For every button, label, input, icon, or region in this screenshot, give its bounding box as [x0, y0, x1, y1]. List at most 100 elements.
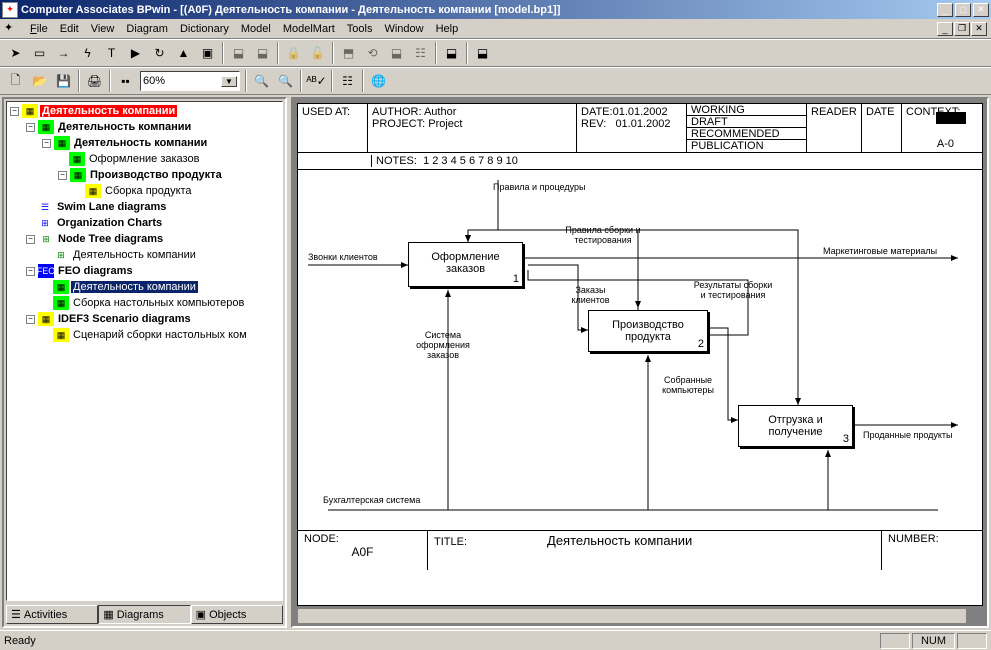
diagram-icon: ▦ — [54, 136, 70, 150]
activity-box-2[interactable]: Производство продукта2 — [588, 310, 708, 352]
arrow-label: Бухгалтерская система — [323, 495, 420, 505]
mm-refresh-icon[interactable]: ⟲ — [361, 42, 384, 64]
collapse-icon[interactable]: − — [26, 235, 35, 244]
toolbar-separator — [331, 70, 333, 92]
model-explorer-button[interactable]: ☷ — [336, 70, 359, 92]
menu-window[interactable]: Window — [378, 21, 429, 37]
idef-footer: NODE:A0F TITLE:Деятельность компании NUM… — [298, 530, 982, 570]
tree-node[interactable]: ▦Сборка настольных компьютеров — [8, 295, 281, 311]
menu-tools[interactable]: Tools — [341, 21, 379, 37]
goto-child-tool[interactable]: ↻ — [148, 42, 171, 64]
maximize-button[interactable]: □ — [955, 3, 971, 17]
menu-file[interactable]: File — [24, 21, 54, 37]
mm-diff-icon[interactable]: ⬓ — [385, 42, 408, 64]
squiggle-tool[interactable]: ϟ — [76, 42, 99, 64]
model-icon: ▦ — [22, 104, 38, 118]
triangle-tool[interactable]: ▲ — [172, 42, 195, 64]
tab-objects[interactable]: ▣Objects — [191, 605, 283, 624]
mm-open-icon[interactable]: ⬓ — [227, 42, 250, 64]
collapse-icon[interactable]: − — [42, 139, 51, 148]
tab-diagrams[interactable]: ▦Diagrams — [98, 605, 190, 624]
canvas-area: USED AT: AUTHOR: Author PROJECT: Project… — [291, 97, 989, 628]
menu-modelmart[interactable]: ModelMart — [277, 21, 341, 37]
tree-node-orgchart[interactable]: ⊞Organization Charts — [8, 215, 281, 231]
collapse-icon[interactable]: − — [26, 267, 35, 276]
orgchart-icon: ⊞ — [37, 216, 53, 230]
open-button[interactable]: 📂 — [28, 70, 51, 92]
diagram-body[interactable]: Правила и процедуры Звонки клиентов Офор… — [298, 170, 982, 530]
lock-icon[interactable]: 🔒 — [282, 42, 305, 64]
box-tool[interactable]: ▭ — [28, 42, 51, 64]
zoom-fit-button[interactable]: 🔍 — [274, 70, 297, 92]
browser-button[interactable]: 🌐 — [367, 70, 390, 92]
print-button[interactable]: 🖨 — [83, 70, 106, 92]
horizontal-scrollbar[interactable] — [297, 608, 967, 624]
tree-node[interactable]: ▦Сценарий сборки настольных ком — [8, 327, 281, 343]
mdi-minimize-button[interactable]: _ — [937, 22, 953, 36]
report-button[interactable]: ▪▪ — [114, 70, 137, 92]
menu-help[interactable]: Help — [430, 21, 465, 37]
tab-activities[interactable]: ☰Activities — [6, 605, 98, 624]
mdi-close-button[interactable]: ✕ — [971, 22, 987, 36]
idef-header: USED AT: AUTHOR: Author PROJECT: Project… — [298, 104, 982, 153]
tree-root[interactable]: −▦Деятельность компании — [8, 103, 281, 119]
titlebar: ✦ Computer Associates BPwin - [(A0F) Дея… — [0, 0, 991, 19]
collapse-icon[interactable]: − — [26, 315, 35, 324]
spellcheck-button[interactable]: ᴬᴮ✓ — [305, 70, 328, 92]
menu-dictionary[interactable]: Dictionary — [174, 21, 235, 37]
menu-diagram[interactable]: Diagram — [120, 21, 174, 37]
tree-node-feo[interactable]: −FEOFEO diagrams — [8, 263, 281, 279]
tree-node-idef3[interactable]: −▦IDEF3 Scenario diagrams — [8, 311, 281, 327]
referent-tool[interactable]: ▣ — [196, 42, 219, 64]
arrow-label: Система оформления заказов — [403, 330, 483, 360]
diagram-canvas[interactable]: USED AT: AUTHOR: Author PROJECT: Project… — [297, 103, 983, 606]
zoom-value: 60% — [143, 75, 221, 87]
save-button[interactable]: 💾 — [52, 70, 75, 92]
tree-node[interactable]: −▦Производство продукта — [8, 167, 281, 183]
tree-node[interactable]: ⊞Деятельность компании — [8, 247, 281, 263]
menu-model[interactable]: Model — [235, 21, 277, 37]
activity-box-1[interactable]: Оформление заказов1 — [408, 242, 523, 287]
footer-number: NUMBER: — [882, 531, 982, 570]
mm-merge-icon[interactable]: ⬒ — [337, 42, 360, 64]
unlock-icon[interactable]: 🔓 — [306, 42, 329, 64]
mdi-restore-button[interactable]: ❐ — [954, 22, 970, 36]
activity-box-3[interactable]: Отгрузка и получение3 — [738, 405, 853, 447]
tree-node-swimlane[interactable]: ☰Swim Lane diagrams — [8, 199, 281, 215]
mm-submit-icon[interactable]: ⬓ — [440, 42, 463, 64]
tree-node[interactable]: −▦Деятельность компании — [8, 119, 281, 135]
tree-node[interactable]: ▦Сборка продукта — [8, 183, 281, 199]
new-button[interactable]: 🗋 — [4, 70, 27, 92]
arrow-tool[interactable]: → — [52, 42, 75, 64]
reader-label: READER — [807, 104, 862, 152]
notes-row: NOTES: 1 2 3 4 5 6 7 8 9 10 — [298, 153, 982, 170]
collapse-icon[interactable]: − — [58, 171, 67, 180]
mm-library-icon[interactable]: ⬓ — [471, 42, 494, 64]
zoom-combo[interactable]: 60% ▼ — [140, 71, 240, 91]
text-tool[interactable]: T — [100, 42, 123, 64]
tree-node[interactable]: ▦Оформление заказов — [8, 151, 281, 167]
zoom-dropdown-icon[interactable]: ▼ — [221, 76, 237, 87]
close-button[interactable]: ✕ — [973, 3, 989, 17]
collapse-icon[interactable]: − — [26, 123, 35, 132]
status-num: NUM — [912, 633, 955, 649]
arrow-label: Звонки клиентов — [308, 252, 378, 262]
tree-node-selected[interactable]: ▦Деятельность компании — [8, 279, 281, 295]
diagram-icon: ▦ — [53, 296, 69, 310]
pointer-tool[interactable]: ➤ — [4, 42, 27, 64]
zoom-in-button[interactable]: 🔍 — [250, 70, 273, 92]
footer-title: TITLE:Деятельность компании — [428, 531, 882, 570]
minimize-button[interactable]: _ — [937, 3, 953, 17]
collapse-icon[interactable]: − — [10, 107, 19, 116]
tree-node[interactable]: −▦Деятельность компании — [8, 135, 281, 151]
diagram-tree[interactable]: −▦Деятельность компании −▦Деятельность к… — [6, 101, 283, 601]
mm-review-icon[interactable]: ☷ — [409, 42, 432, 64]
menubar: ✦ File Edit View Diagram Dictionary Mode… — [0, 19, 991, 39]
goto-parent-tool[interactable]: ▶ — [124, 42, 147, 64]
menu-view[interactable]: View — [85, 21, 121, 37]
arrow-label: Проданные продукты — [863, 430, 953, 440]
mm-save-icon[interactable]: ⬓ — [251, 42, 274, 64]
tree-node-nodetree[interactable]: −⊞Node Tree diagrams — [8, 231, 281, 247]
menu-edit[interactable]: Edit — [54, 21, 85, 37]
mdi-icon[interactable]: ✦ — [4, 21, 20, 37]
